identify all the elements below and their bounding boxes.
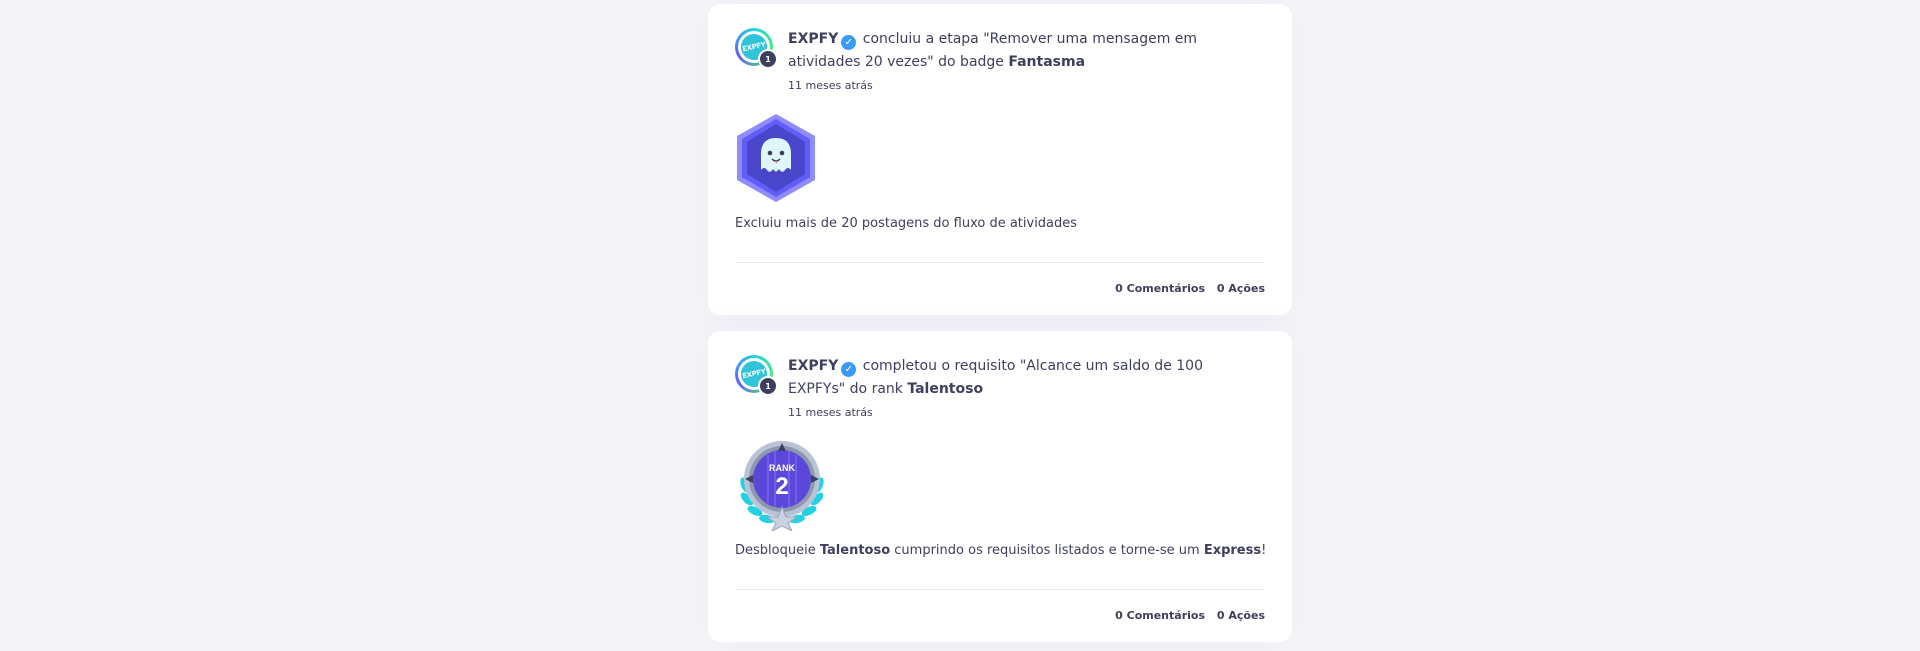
comments-count-link[interactable]: 0 Comentários [1115, 609, 1205, 622]
user-level-badge: 1 [758, 376, 778, 396]
verified-icon: ✓ [841, 362, 857, 377]
description-text: Desbloqueie [735, 543, 820, 558]
post-timestamp: 11 meses atrás [788, 406, 873, 419]
description-rank-name: Talentoso [819, 543, 891, 558]
rank-label: RANK [769, 463, 795, 473]
user-level-badge: 1 [758, 49, 778, 69]
author-name-link[interactable]: EXPFY [788, 358, 838, 374]
author-name-link[interactable]: EXPFY [788, 31, 838, 47]
ghost-badge-icon [737, 114, 815, 202]
description-text: ! [1261, 543, 1267, 558]
post-divider [735, 262, 1265, 263]
post-description: Excluiu mais de 20 postagens do fluxo de… [735, 216, 1077, 231]
post-headline: EXPFY ✓ concluiu a etapa "Remover uma men… [788, 28, 1208, 74]
activity-post: EXPFY 1 EXPFY ✓ completou o requisito "Al… [708, 331, 1292, 642]
description-next-rank: Express [1203, 543, 1262, 558]
rank-number: 2 [775, 473, 788, 500]
post-target-link[interactable]: Talentoso [907, 381, 983, 397]
post-target-link[interactable]: Fantasma [1008, 54, 1085, 70]
description-text: cumprindo os requisitos listados e torne… [890, 543, 1204, 558]
description-text: Excluiu mais de 20 postagens do fluxo de… [735, 216, 1078, 231]
shares-count-link[interactable]: 0 Ações [1217, 282, 1265, 295]
verified-icon: ✓ [841, 35, 857, 50]
post-headline: EXPFY ✓ completou o requisito "Alcance um… [788, 355, 1208, 401]
post-timestamp: 11 meses atrás [788, 79, 873, 92]
post-divider [735, 589, 1265, 590]
user-avatar[interactable]: EXPFY 1 [735, 28, 778, 70]
user-avatar[interactable]: EXPFY 1 [735, 355, 778, 397]
comments-count-link[interactable]: 0 Comentários [1115, 282, 1205, 295]
shares-count-link[interactable]: 0 Ações [1217, 609, 1265, 622]
rank-medal-icon: RANK 2 [740, 441, 824, 531]
post-description: Desbloqueie Talentoso cumprindo os requi… [735, 543, 1266, 558]
activity-post: EXPFY 1 EXPFY ✓ concluiu a etapa "Remover… [708, 4, 1292, 315]
